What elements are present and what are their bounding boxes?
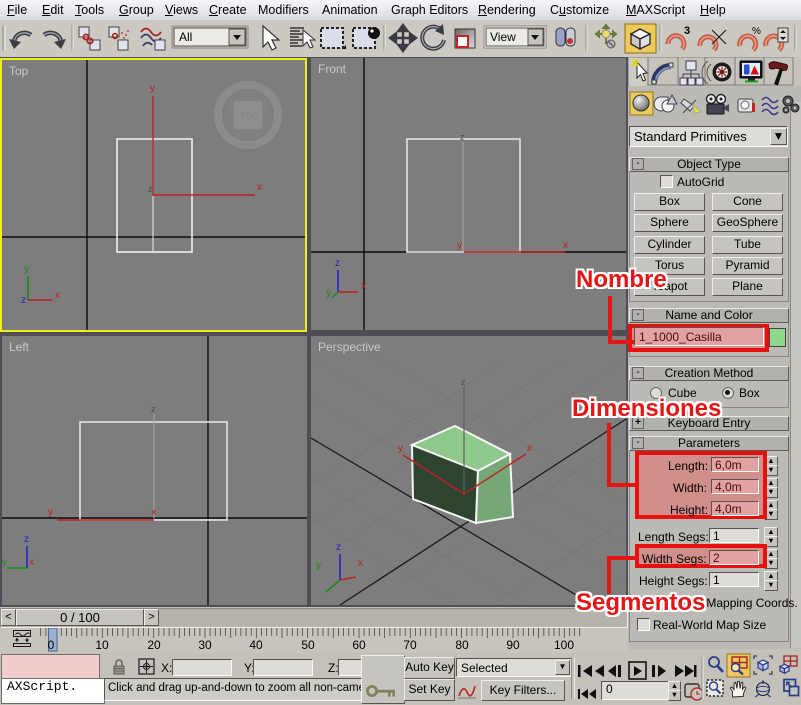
svg-text:y: y	[2, 557, 7, 568]
svg-text:View: View	[490, 30, 516, 44]
svg-text:y: y	[457, 240, 462, 251]
svg-text:%: %	[752, 26, 761, 37]
svg-text:All: All	[179, 30, 192, 44]
svg-text:x: x	[257, 182, 262, 193]
svg-text:x: x	[563, 240, 568, 251]
svg-text:3: 3	[684, 25, 690, 37]
svg-text:z: z	[148, 184, 153, 194]
svg-text:y: y	[316, 560, 321, 571]
svg-text:z: z	[461, 377, 466, 387]
svg-text:y: y	[398, 443, 403, 454]
svg-text:y: y	[150, 83, 155, 94]
svg-text:y: y	[24, 264, 29, 275]
svg-text:y: y	[326, 288, 331, 299]
svg-text:z: z	[460, 132, 465, 142]
svg-text:TOP: TOP	[240, 111, 258, 121]
svg-text:z: z	[335, 258, 340, 269]
svg-text:x: x	[29, 557, 34, 568]
svg-text:z: z	[151, 404, 156, 414]
svg-text:x: x	[527, 443, 532, 454]
svg-text:x: x	[361, 281, 366, 292]
svg-text:x: x	[358, 558, 363, 569]
svg-text:z: z	[21, 295, 26, 306]
svg-text:z: z	[24, 534, 29, 545]
svg-text:y: y	[48, 507, 53, 518]
svg-text:x: x	[151, 507, 156, 518]
svg-text:z: z	[336, 542, 341, 553]
svg-text:x: x	[55, 290, 60, 301]
